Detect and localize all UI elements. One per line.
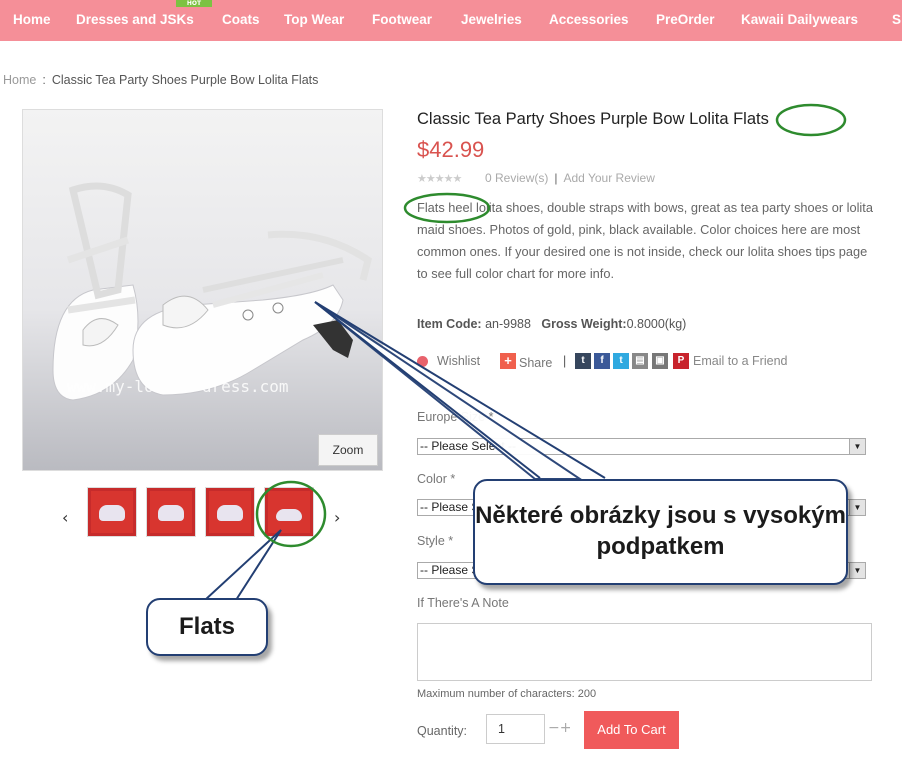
share-separator: | <box>563 354 567 368</box>
nav-item-footwear[interactable]: Footwear <box>372 12 432 27</box>
product-title: Classic Tea Party Shoes Purple Bow Lolit… <box>417 110 769 128</box>
breadcrumb-separator: : <box>42 73 46 87</box>
hot-badge: HOT <box>176 0 212 7</box>
quantity-label: Quantity: <box>417 724 468 738</box>
pinterest-icon[interactable]: P <box>673 353 689 369</box>
thumbnail-1[interactable] <box>87 487 137 537</box>
note-label: If There's A Note <box>417 596 509 610</box>
flats-callout: Flats <box>146 598 268 656</box>
europe-size-value: -- Please Select -- <box>420 439 517 453</box>
tumblr-icon[interactable]: t <box>575 353 591 369</box>
main-product-image[interactable]: www.my-lolita-dress.com Zoom <box>22 109 383 471</box>
breadcrumb-home[interactable]: Home <box>3 73 36 87</box>
top-nav: HOT Home Dresses and JSKs Coats Top Wear… <box>0 0 902 41</box>
nav-item-kawaii-dailywears[interactable]: Kawaii Dailywears <box>741 12 858 27</box>
select-arrow-icon: ▼ <box>849 439 865 454</box>
twitter-icon[interactable]: t <box>613 353 629 369</box>
add-to-cart-button[interactable]: Add To Cart <box>584 711 679 749</box>
add-review-link[interactable]: Add Your Review <box>563 171 654 185</box>
gross-weight-value: 0.8000(kg) <box>626 317 687 331</box>
share-link[interactable]: Share <box>519 356 552 370</box>
plus-icon[interactable]: + <box>560 720 572 736</box>
europe-size-label: Europe Size * <box>417 410 494 424</box>
thumb-prev-icon[interactable]: ‹ <box>62 508 68 527</box>
product-codes: Item Code: an-9988 Gross Weight:0.8000(k… <box>417 317 686 331</box>
thumb-next-icon[interactable]: › <box>334 508 340 527</box>
image-watermark: www.my-lolita-dress.com <box>67 377 289 396</box>
share-plus-icon[interactable]: + <box>500 353 516 369</box>
thumbnail-4[interactable] <box>264 487 314 537</box>
quantity-input[interactable]: 1 <box>486 714 545 744</box>
rating-stars-icon: ★★★★★ <box>417 172 462 185</box>
print-icon[interactable]: ▤ <box>632 353 648 369</box>
item-code-label: Item Code: <box>417 317 482 331</box>
product-description: Flats heel lolita shoes, double straps w… <box>417 200 873 281</box>
style-label: Style * <box>417 534 454 548</box>
facebook-icon[interactable]: f <box>594 353 610 369</box>
gross-weight-label: Gross Weight: <box>541 317 627 331</box>
reviews-count-link[interactable]: 0 Review(s) <box>485 171 548 185</box>
breadcrumb-current: Classic Tea Party Shoes Purple Bow Lolit… <box>51 73 319 87</box>
note-textarea[interactable] <box>417 623 872 681</box>
europe-size-select[interactable]: -- Please Select -- ▼ <box>417 438 866 455</box>
nav-item-dresses[interactable]: Dresses and JSKs <box>76 12 194 27</box>
quantity-stepper[interactable]: −+ <box>548 720 571 736</box>
save-icon[interactable]: ▣ <box>652 353 668 369</box>
nav-item-home[interactable]: Home <box>13 12 51 27</box>
reviews-line: 0 Review(s) | Add Your Review <box>485 171 655 185</box>
thumbnail-3[interactable] <box>205 487 255 537</box>
shoe-photo: www.my-lolita-dress.com <box>23 110 382 470</box>
max-chars-hint: Maximum number of characters: 200 <box>417 688 597 700</box>
breadcrumb: Home: Classic Tea Party Shoes Purple Bow … <box>3 73 318 87</box>
email-friend-link[interactable]: Email to a Friend <box>693 354 787 368</box>
nav-item-jewelries[interactable]: Jewelries <box>461 12 522 27</box>
nav-item-truncated[interactable]: S <box>892 12 901 27</box>
zoom-button[interactable]: Zoom <box>318 434 378 466</box>
item-code-value: an-9988 <box>485 317 531 331</box>
nav-item-top-wear[interactable]: Top Wear <box>284 12 344 27</box>
select-arrow-icon: ▼ <box>849 563 865 578</box>
select-arrow-icon: ▼ <box>849 500 865 515</box>
flats-title-highlight <box>775 103 847 137</box>
minus-icon[interactable]: − <box>548 720 560 736</box>
nav-item-preorder[interactable]: PreOrder <box>656 12 715 27</box>
color-label: Color * <box>417 472 456 486</box>
wishlist-heart-icon[interactable] <box>417 356 428 367</box>
wishlist-link[interactable]: Wishlist <box>437 354 480 368</box>
thumbnail-2[interactable] <box>146 487 196 537</box>
heels-callout: Některé obrázky jsou s vysokým podpatkem <box>473 479 848 585</box>
nav-item-accessories[interactable]: Accessories <box>549 12 629 27</box>
product-price: $42.99 <box>417 137 485 162</box>
nav-item-coats[interactable]: Coats <box>222 12 260 27</box>
share-row: Wishlist + Share | t f t ▤ ▣ P Email to … <box>417 353 837 373</box>
